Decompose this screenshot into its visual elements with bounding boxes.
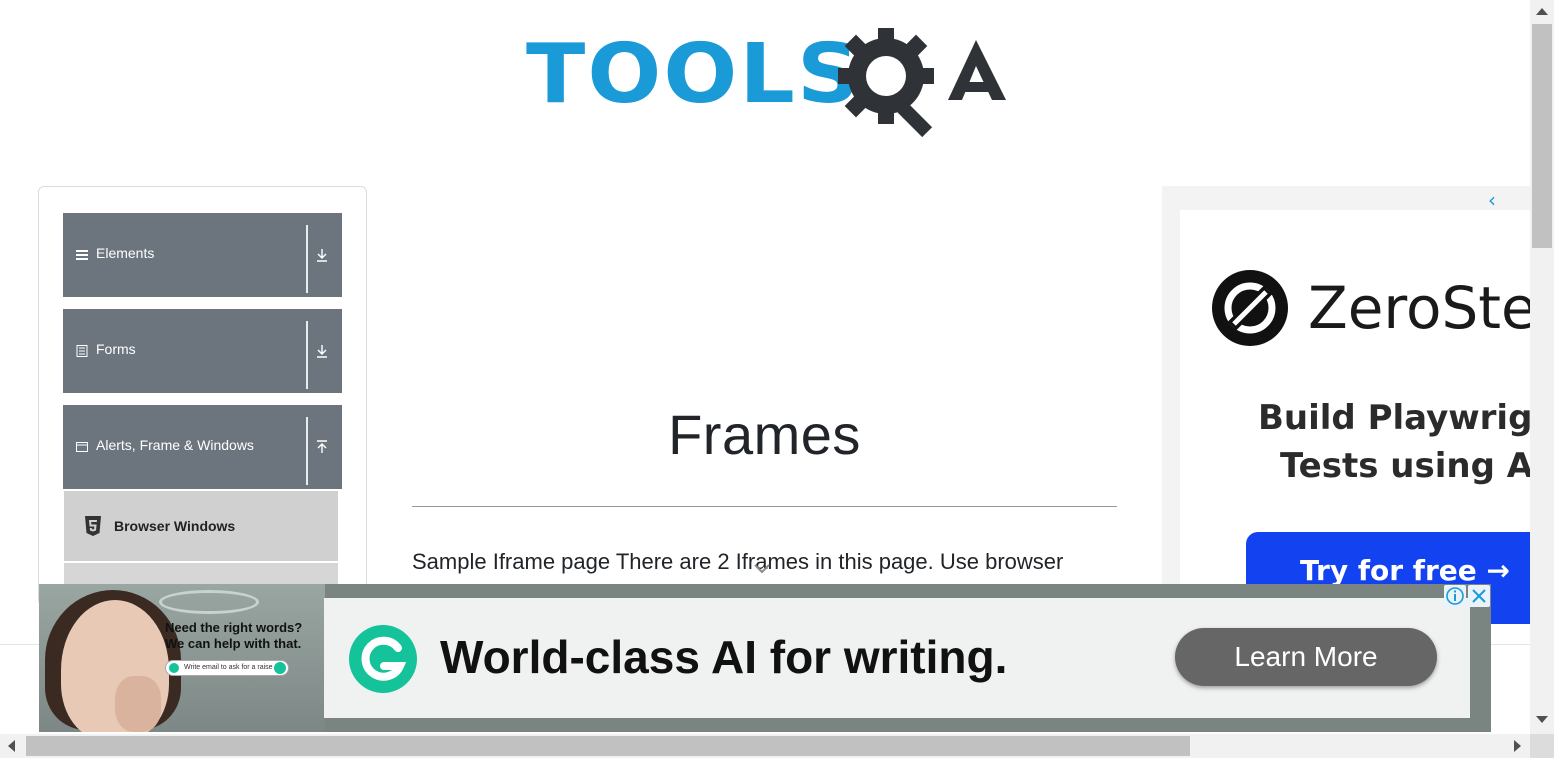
upload-arrow-icon[interactable] — [315, 439, 329, 455]
title-divider — [412, 506, 1117, 507]
chevron-left-icon[interactable]: ‹ — [1488, 188, 1496, 212]
ad-photo-text: Need the right words? We can help with t… — [165, 620, 303, 651]
page-title: Frames — [668, 403, 861, 466]
list-icon — [76, 250, 88, 260]
download-arrow-icon[interactable] — [315, 343, 329, 359]
ad-brand: ZeroSte — [1308, 274, 1530, 342]
ad-photo-input: Write email to ask for a raise — [165, 660, 289, 676]
ad-photo-hand — [115, 676, 161, 732]
ad-headline-line2: Tests using A — [1280, 446, 1530, 486]
vertical-scroll-thumb[interactable] — [1532, 24, 1552, 248]
close-icon[interactable] — [1468, 585, 1490, 607]
nav-group-label: Elements — [96, 245, 155, 261]
ad-info-icon[interactable] — [1444, 585, 1466, 607]
page-description: Sample Iframe page There are 2 Iframes i… — [412, 549, 1064, 574]
logo-text: TOOLS — [526, 27, 862, 122]
page: TOOLS Elements Forms Alerts, Frame & Win… — [0, 0, 1530, 734]
ad-headline: World-class AI for writing. — [440, 631, 1008, 683]
nav-item-label: Browser Windows — [114, 518, 236, 534]
scroll-up-arrow-icon[interactable] — [1536, 8, 1548, 15]
nav-group-forms[interactable]: Forms — [63, 309, 342, 393]
learn-more-button[interactable]: Learn More — [1175, 628, 1437, 686]
window-icon — [76, 442, 88, 452]
download-arrow-icon[interactable] — [315, 247, 329, 263]
ad-photo-input-text: Write email to ask for a raise — [184, 664, 273, 671]
nav-group-elements[interactable]: Elements — [63, 213, 342, 297]
nav-group-label: Alerts, Frame & Windows — [96, 437, 254, 453]
grammarly-logo-icon — [349, 625, 417, 693]
grammarly-dot-icon — [169, 663, 179, 673]
nav-item-browser-windows[interactable]: Browser Windows — [64, 491, 338, 561]
divider — [306, 417, 308, 485]
toolsqa-logo[interactable]: TOOLS — [526, 26, 1016, 138]
horizontal-scrollbar[interactable] — [0, 734, 1530, 758]
ad-photo: Need the right words? We can help with t… — [39, 584, 325, 732]
left-nav-panel: Elements Forms Alerts, Frame & Windows B… — [38, 186, 367, 606]
horizontal-scroll-thumb[interactable] — [26, 736, 1190, 756]
gear-magnifier-icon — [838, 28, 1006, 138]
scroll-right-arrow-icon[interactable] — [1514, 740, 1521, 752]
ad-headline-line1: Build Playwrigh — [1258, 398, 1530, 438]
scroll-left-arrow-icon[interactable] — [8, 740, 15, 752]
divider — [306, 321, 308, 389]
send-arrow-icon — [274, 662, 286, 674]
bottom-advertisement[interactable]: Need the right words? We can help with t… — [39, 584, 1491, 732]
nav-group-alerts-frame-windows[interactable]: Alerts, Frame & Windows — [63, 405, 342, 489]
zerostep-logo-icon — [1212, 270, 1288, 346]
chevron-down-icon — [754, 564, 770, 574]
nav-group-label: Forms — [96, 341, 136, 357]
vertical-scrollbar[interactable] — [1530, 0, 1554, 734]
scroll-down-arrow-icon[interactable] — [1536, 716, 1548, 723]
ad-card: ZeroSte Build Playwrigh Tests using A Tr… — [1180, 210, 1530, 646]
form-icon — [76, 345, 88, 357]
scrollbar-corner — [1530, 734, 1554, 758]
ad-photo-halo — [159, 590, 259, 614]
divider — [306, 225, 308, 293]
html5-icon — [85, 516, 101, 536]
right-advertisement[interactable]: ZeroSte Build Playwrigh Tests using A Tr… — [1162, 186, 1530, 646]
ad-panel: World-class AI for writing. Learn More — [324, 598, 1470, 718]
